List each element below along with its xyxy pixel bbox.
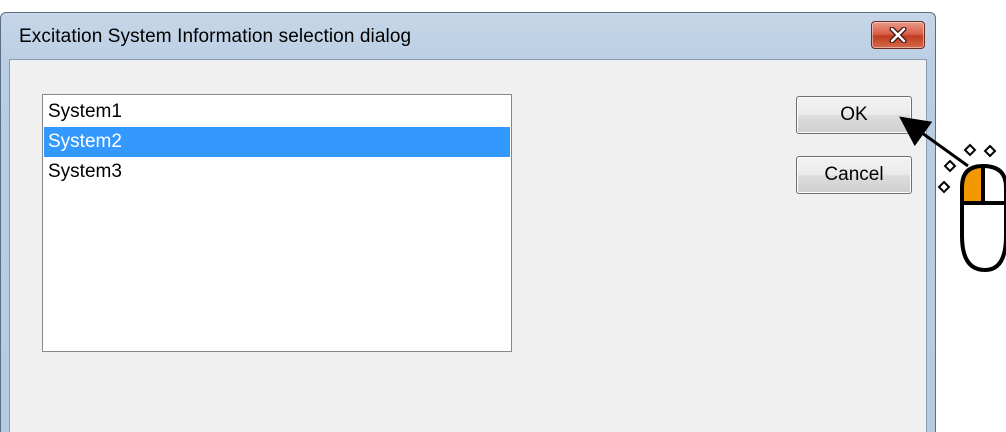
ok-button[interactable]: OK: [796, 96, 912, 134]
list-item-system3[interactable]: System3: [44, 157, 510, 187]
cancel-button[interactable]: Cancel: [796, 156, 912, 194]
dialog-window: Excitation System Information selection …: [0, 12, 936, 432]
close-button[interactable]: [871, 21, 925, 49]
list-item-system2[interactable]: System2: [44, 127, 510, 157]
sparkle-icon: [937, 143, 997, 194]
title-bar[interactable]: Excitation System Information selection …: [1, 13, 935, 59]
dialog-client-area: System1 System2 System3 OK Cancel: [9, 59, 927, 432]
system-listbox[interactable]: System1 System2 System3: [42, 94, 512, 352]
close-icon: [889, 27, 907, 43]
mouse-left-click-icon: [960, 163, 1006, 273]
list-item-system1[interactable]: System1: [44, 97, 510, 127]
dialog-title: Excitation System Information selection …: [19, 26, 412, 47]
